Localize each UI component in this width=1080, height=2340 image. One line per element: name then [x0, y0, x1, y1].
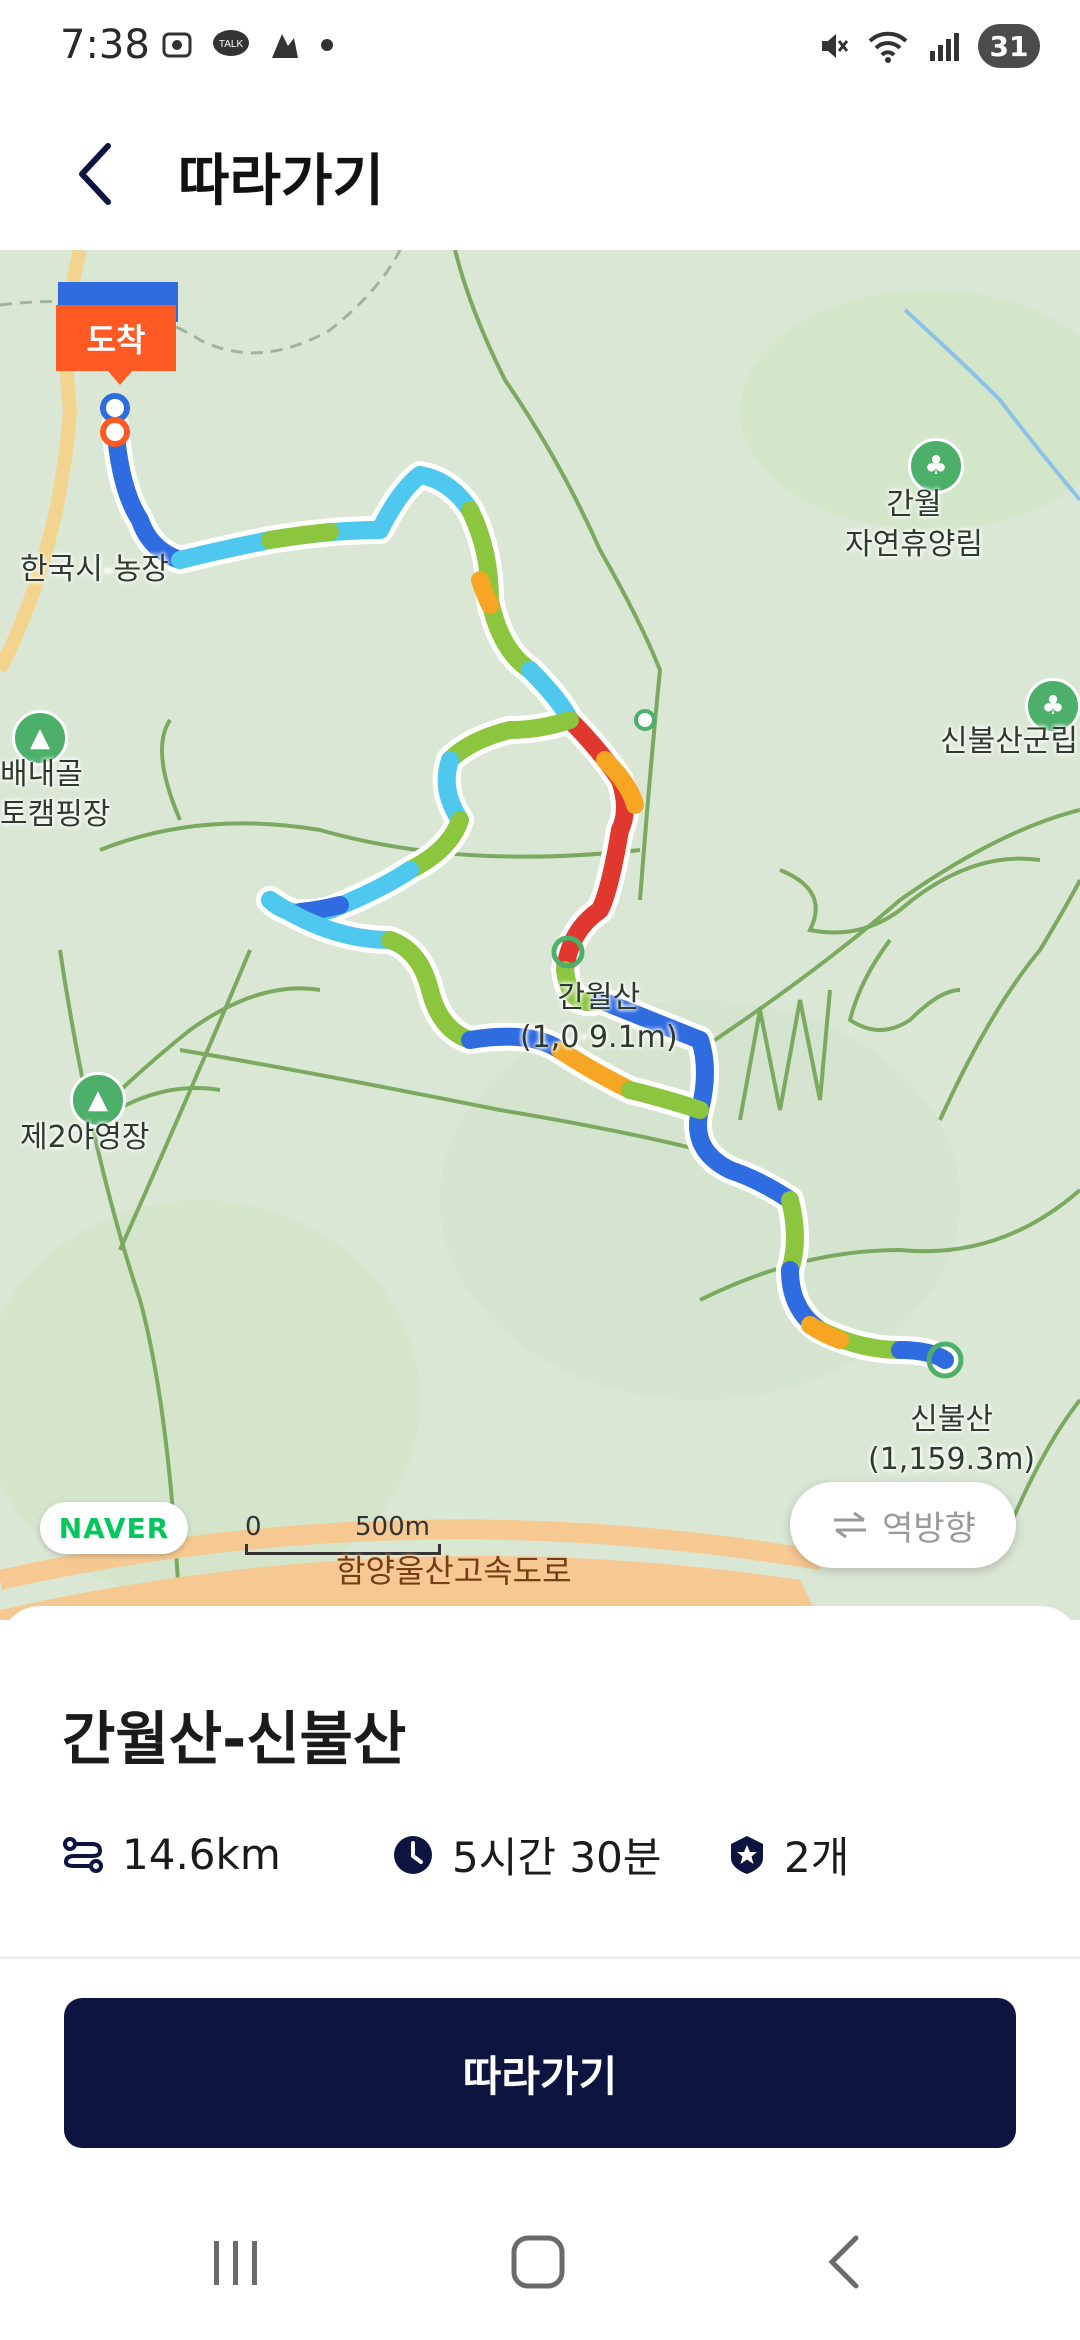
- arrival-badge: 도착: [56, 305, 176, 385]
- home-icon[interactable]: [508, 2232, 568, 2292]
- clock-icon: [394, 1835, 432, 1874]
- label-shinbulsan-height: (1,159.3m): [868, 1442, 1036, 1477]
- scale-zero: 0: [245, 1512, 262, 1542]
- route-title: 간월산-신불산: [62, 1705, 407, 1773]
- route-distance: 14.6km: [122, 1830, 281, 1879]
- label-ganwolsan: 간월산 (1,0·9.1m): [520, 978, 678, 1058]
- label-ganwolsan-height: (1,0·9.1m): [520, 1020, 678, 1055]
- stat-badges: 2개: [728, 1824, 849, 1885]
- scale-distance: 500m: [355, 1512, 430, 1542]
- naver-logo: NAVER: [40, 1502, 188, 1554]
- route-badges: 2개: [784, 1833, 850, 1882]
- badge-star-icon: [731, 1835, 763, 1874]
- route-info-sheet: 간월산-신불산 14.6km 5시간 30분 2개 따라가기: [0, 1606, 1080, 2190]
- back-button[interactable]: [62, 138, 132, 210]
- label-baenaegol-line1: 배내골: [0, 757, 83, 792]
- status-bar: 7:38 TALK 31: [0, 0, 1080, 100]
- screenshot-icon: [162, 32, 192, 58]
- status-time: 7:38: [60, 22, 150, 68]
- label-farm: 한국시-농장: [20, 552, 169, 587]
- page-title: 따라가기: [178, 149, 385, 214]
- label-forest: 간월 자연휴양림: [845, 487, 983, 562]
- battery-indicator: 31: [978, 24, 1040, 68]
- stat-distance: 14.6km: [62, 1830, 392, 1879]
- back-nav-icon[interactable]: [822, 2232, 866, 2292]
- dot-icon: [321, 39, 333, 51]
- divider: [0, 1956, 1080, 1959]
- header: 따라가기: [0, 100, 1080, 250]
- map-view[interactable]: 도착 한국시-농장 ♣ 간월 자연휴양림 ▲ 배내골 토캠핑장 ♣ 신불산군립 간…: [0, 250, 1080, 1620]
- signal-icon: [930, 33, 959, 61]
- follow-button[interactable]: 따라가기: [64, 1998, 1016, 2148]
- label-shinbulsan: 신불산 (1,159.3m): [868, 1400, 1035, 1480]
- label-baenaegol: 배내골토캠핑장: [0, 755, 110, 835]
- system-nav-bar: [0, 2190, 1080, 2340]
- app-icon: [272, 34, 298, 58]
- status-right-icons: 31: [816, 24, 1040, 68]
- label-shinbulsan-camp: 신불산군립: [940, 724, 1078, 759]
- recent-apps-icon[interactable]: [210, 2235, 262, 2291]
- route-distance-icon: [63, 1836, 103, 1873]
- status-left-icons: TALK: [160, 28, 334, 62]
- stat-duration: 5시간 30분: [392, 1824, 728, 1885]
- mute-icon: [822, 34, 849, 58]
- reverse-button-label: 역방향: [882, 1508, 976, 1549]
- swap-arrows-icon: [834, 1511, 867, 1539]
- route-duration: 5시간 30분: [452, 1833, 662, 1882]
- label-baenaegol-line2: 토캠핑장: [0, 797, 111, 832]
- label-camp2: 제2야영장: [20, 1120, 150, 1155]
- svg-text:TALK: TALK: [219, 39, 244, 50]
- wifi-icon: [868, 31, 908, 63]
- kakaotalk-icon: TALK: [213, 30, 249, 56]
- chevron-left-icon: [79, 143, 111, 205]
- label-highway: 함양울산고속도로: [336, 1552, 572, 1590]
- label-ganwolsan-name: 간월산: [557, 980, 641, 1015]
- route-stats: 14.6km 5시간 30분 2개: [62, 1824, 849, 1885]
- reverse-direction-button[interactable]: 역방향: [790, 1482, 1016, 1568]
- scale-bar: 0 500m: [245, 1512, 441, 1555]
- label-shinbulsan-name: 신불산: [910, 1402, 993, 1437]
